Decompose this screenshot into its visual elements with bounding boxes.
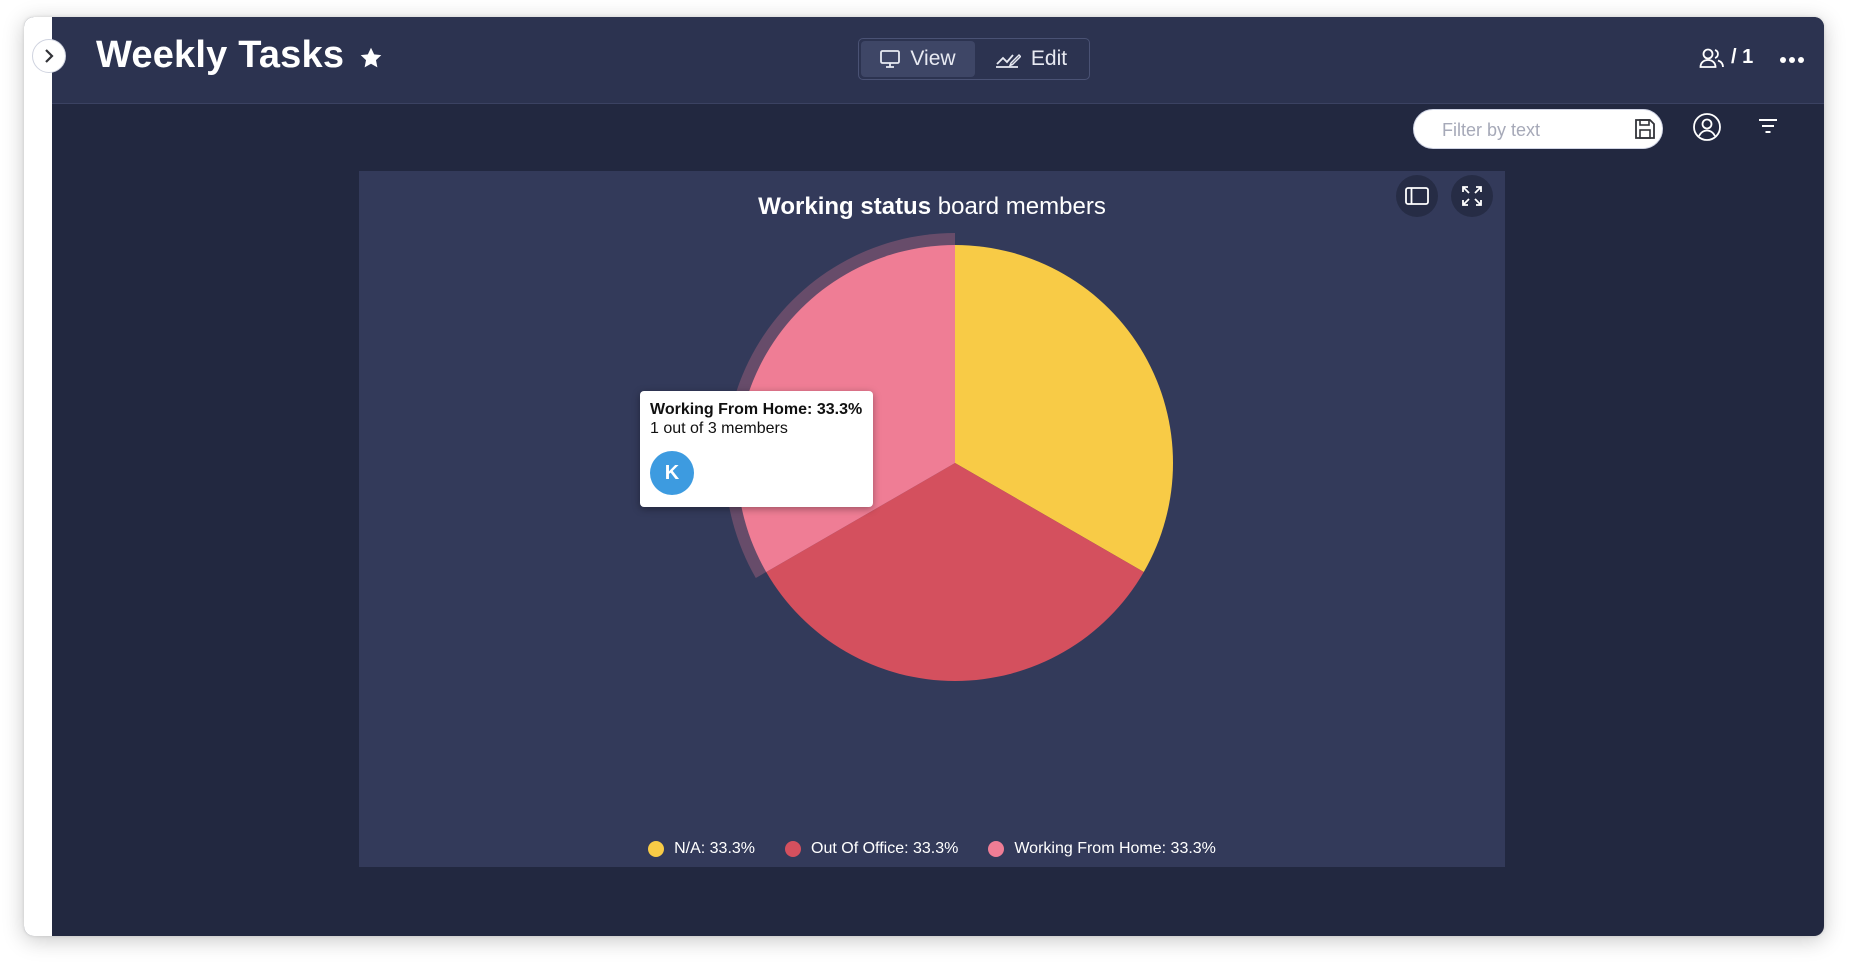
legend-label: Working From Home: 33.3% — [1014, 840, 1216, 857]
people-icon — [1699, 48, 1724, 68]
legend-item[interactable]: Out Of Office: 33.3% — [785, 840, 958, 858]
legend-swatch — [988, 841, 1005, 857]
view-button[interactable]: View — [861, 41, 975, 77]
monitor-icon — [880, 50, 901, 68]
edit-label: Edit — [1030, 47, 1068, 70]
tooltip-heading: Working From Home: 33.3% — [650, 401, 863, 418]
view-label: View — [910, 47, 956, 70]
star-icon[interactable] — [358, 45, 384, 76]
legend-swatch — [785, 841, 802, 857]
chart-legend: N/A: 33.3% Out Of Office: 33.3% Working Fr… — [359, 840, 1505, 858]
legend-item[interactable]: Working From Home: 33.3% — [988, 840, 1216, 858]
board-header: Weekly Tasks View Edit / 1 — [52, 17, 1824, 104]
edit-button[interactable]: Edit — [975, 41, 1087, 77]
members-count: / 1 — [1731, 46, 1754, 68]
legend-swatch — [648, 841, 665, 857]
expand-sidebar-button[interactable] — [32, 39, 66, 73]
board-title[interactable]: Weekly Tasks — [96, 34, 344, 77]
view-edit-toggle: View Edit — [858, 38, 1090, 80]
filter-input[interactable] — [1440, 110, 1624, 150]
board-window: Weekly Tasks View Edit / 1 Filter by tex… — [24, 17, 1824, 936]
legend-item[interactable]: N/A: 33.3% — [648, 840, 755, 858]
pie-chart — [725, 233, 1173, 681]
more-options-icon[interactable] — [1779, 51, 1805, 69]
legend-label: N/A: 33.3% — [674, 840, 756, 857]
chart-widget: Working status board members Working Fro… — [359, 171, 1505, 867]
person-filter-icon[interactable] — [1692, 112, 1722, 147]
member-avatar[interactable]: K — [650, 451, 694, 495]
board-members-button[interactable]: / 1 — [1699, 46, 1753, 69]
legend-label: Out Of Office: 33.3% — [811, 840, 959, 857]
left-panel-edge — [24, 17, 52, 936]
filter-icon[interactable] — [1757, 118, 1779, 139]
filter-by-text — [1413, 109, 1663, 150]
chevron-right-icon — [45, 49, 54, 63]
edit-chart-icon — [995, 53, 1021, 68]
chart-tooltip: Working From Home: 33.3% 1 out of 3 memb… — [640, 391, 873, 507]
tooltip-subtext: 1 out of 3 members — [650, 420, 788, 437]
save-icon[interactable] — [1634, 118, 1656, 145]
